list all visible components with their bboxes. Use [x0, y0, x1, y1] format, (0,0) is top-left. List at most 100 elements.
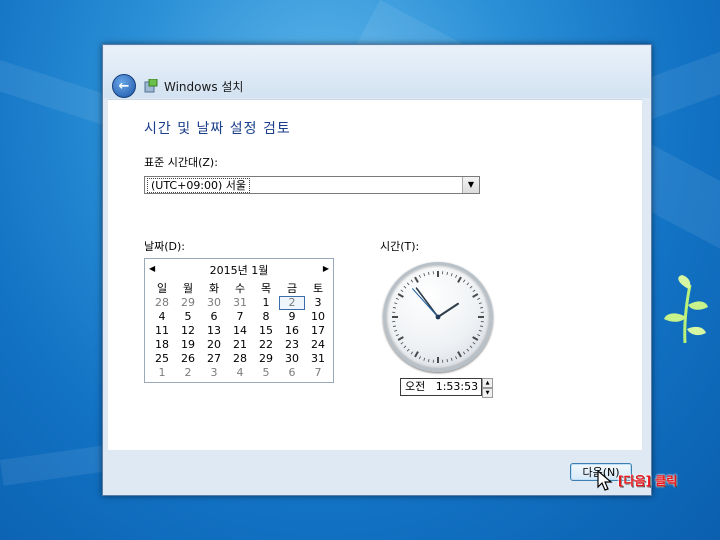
calendar-day[interactable]: 4	[227, 366, 253, 380]
weekday-label: 토	[312, 282, 324, 295]
clock-minute-tick	[428, 358, 430, 363]
calendar-day[interactable]: 19	[175, 338, 201, 352]
timezone-select[interactable]: (UTC+09:00) 서울 ▼	[144, 176, 480, 194]
time-label: 시간(T):	[380, 240, 420, 253]
clock-hour-tick	[397, 336, 404, 341]
weekday-label: 일	[156, 282, 168, 295]
clock-minute-tick	[403, 285, 407, 289]
calendar-day[interactable]: 13	[201, 324, 227, 338]
calendar-day[interactable]: 6	[279, 366, 305, 380]
calendar-day[interactable]: 4	[149, 310, 175, 324]
clock-minute-tick	[423, 357, 426, 361]
calendar-day[interactable]: 31	[305, 352, 331, 366]
back-arrow-icon: ←	[118, 78, 130, 94]
clock-minute-tick	[406, 348, 410, 352]
clock-minute-tick	[477, 334, 481, 337]
calendar-day[interactable]: 7	[305, 366, 331, 380]
clock-minute-tick	[455, 274, 458, 278]
weekday-label: 목	[260, 282, 272, 295]
clock-center-pin	[435, 314, 441, 320]
calendar-day[interactable]: 3	[305, 296, 331, 310]
clock-hour-tick	[472, 336, 479, 341]
weekday-label: 수	[234, 282, 246, 295]
calendar-day[interactable]: 28	[227, 352, 253, 366]
calendar-week-row: 25 26 27 28 29 30 31	[149, 352, 331, 366]
clock-minute-tick	[403, 345, 407, 349]
windows-leaf-logo	[664, 275, 708, 344]
calendar-day[interactable]: 30	[201, 296, 227, 310]
page-title: 시간 및 날짜 설정 검토	[144, 121, 291, 137]
calendar-day[interactable]: 5	[253, 366, 279, 380]
calendar-day[interactable]: 1	[149, 366, 175, 380]
clock-minute-tick	[450, 357, 453, 361]
clock-minute-tick	[479, 307, 484, 309]
calendar-month-title[interactable]: 2015년 1월	[145, 262, 333, 278]
content-panel: 시간 및 날짜 설정 검토 표준 시간대(Z): (UTC+09:00) 서울 …	[108, 99, 642, 450]
clock-minute-tick	[423, 273, 426, 277]
weekday-header-row: 일월화수목금토	[149, 282, 331, 296]
weekday-label: 화	[208, 282, 220, 295]
calendar-day[interactable]: 20	[201, 338, 227, 352]
calendar-day[interactable]: 28	[149, 296, 175, 310]
calendar-day[interactable]: 15	[253, 324, 279, 338]
calendar-day[interactable]: 3	[201, 366, 227, 380]
spin-up-icon[interactable]: ▲	[482, 378, 493, 388]
dropdown-arrow-icon[interactable]: ▼	[462, 177, 479, 193]
clock-minute-tick	[406, 282, 410, 286]
clock-minute-tick	[478, 302, 482, 305]
clock-hour-hand	[437, 302, 460, 318]
clock-minute-tick	[477, 297, 481, 300]
calendar-day[interactable]: 6	[201, 310, 227, 324]
clock-minute-tick	[418, 356, 421, 360]
clock-hour-tick	[397, 293, 404, 298]
clock-minute-tick	[466, 348, 470, 352]
windows-setup-icon	[144, 79, 158, 93]
calendar-day[interactable]: 31	[227, 296, 253, 310]
calendar-day[interactable]: 2	[175, 366, 201, 380]
clock-minute-tick	[462, 351, 466, 355]
clock-minute-tick	[455, 356, 458, 360]
click-annotation: [다음] 클릭	[618, 474, 678, 488]
back-button[interactable]: ←	[112, 74, 136, 98]
calendar-day[interactable]: 14	[227, 324, 253, 338]
calendar-day[interactable]: 30	[279, 352, 305, 366]
calendar-day[interactable]: 9	[279, 310, 305, 324]
clock-minute-tick	[469, 345, 473, 349]
clock-minute-tick	[392, 307, 397, 309]
title-bar: ← Windows 설치	[104, 46, 650, 98]
calendar-day[interactable]: 27	[201, 352, 227, 366]
calendar-day[interactable]: 22	[253, 338, 279, 352]
calendar-day[interactable]: 24	[305, 338, 331, 352]
clock-minute-tick	[392, 325, 397, 327]
calendar-day[interactable]: 8	[253, 310, 279, 324]
calendar-day[interactable]: 17	[305, 324, 331, 338]
next-month-icon[interactable]: ▶	[323, 264, 329, 273]
calendar-day[interactable]: 26	[175, 352, 201, 366]
calendar-day[interactable]: 25	[149, 352, 175, 366]
analog-clock	[383, 262, 493, 372]
calendar-day[interactable]: 23	[279, 338, 305, 352]
calendar-day[interactable]: 21	[227, 338, 253, 352]
mouse-cursor-icon	[597, 470, 613, 491]
calendar-day-selected[interactable]: 2	[279, 296, 305, 310]
calendar-week-row: 11 12 13 14 15 16 17	[149, 324, 331, 338]
time-input[interactable]: 오전 1:53:53	[400, 378, 482, 396]
spin-down-icon[interactable]: ▼	[482, 388, 493, 398]
clock-minute-tick	[428, 271, 430, 276]
calendar-day[interactable]: 16	[279, 324, 305, 338]
clock-hour-tick	[414, 276, 419, 283]
calendar-week-row: 1234567	[149, 366, 331, 380]
calendar-day[interactable]: 12	[175, 324, 201, 338]
calendar-day[interactable]: 1	[253, 296, 279, 310]
calendar-day[interactable]: 11	[149, 324, 175, 338]
timezone-label: 표준 시간대(Z):	[144, 156, 218, 169]
calendar-day[interactable]: 7	[227, 310, 253, 324]
calendar-day[interactable]: 5	[175, 310, 201, 324]
calendar-day[interactable]: 18	[149, 338, 175, 352]
calendar-day[interactable]: 29	[253, 352, 279, 366]
calendar-day[interactable]: 29	[175, 296, 201, 310]
timezone-value: (UTC+09:00) 서울	[147, 178, 251, 193]
calendar-week-row: 28 29 30 31 1 2 3	[149, 296, 331, 310]
calendar-week-row: 4 5 6 7 8 9 10	[149, 310, 331, 324]
calendar-day[interactable]: 10	[305, 310, 331, 324]
